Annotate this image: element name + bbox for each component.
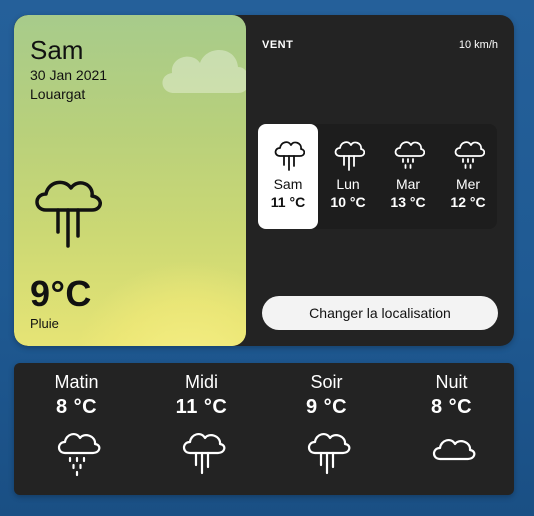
today-panel: Sam 30 Jan 2021 Louargat 9°C Pluie	[14, 15, 246, 346]
forecast-strip: Sam 11 °C Lun 10 °C Mar 13 °C Mer 12 °C	[258, 124, 497, 229]
rain-cloud-icon	[182, 432, 225, 475]
forecast-day-temp: 13 °C	[390, 194, 426, 210]
forecast-day-name: Sam	[273, 176, 303, 192]
period-matin: Matin 8 °C	[14, 363, 139, 477]
period-name: Matin	[54, 372, 99, 392]
forecast-day-mar[interactable]: Mar 13 °C	[378, 124, 438, 229]
period-name: Nuit	[435, 372, 468, 392]
today-temperature: 9°C	[30, 273, 92, 314]
period-temp: 9 °C	[305, 396, 348, 418]
period-nuit: Nuit 8 °C	[389, 363, 514, 477]
forecast-day-name: Mar	[395, 176, 421, 192]
today-condition: Pluie	[30, 316, 59, 331]
today-day: Sam	[30, 35, 84, 65]
period-temp: 8 °C	[55, 396, 98, 418]
rain-cloud-icon	[35, 180, 102, 248]
period-name: Midi	[184, 372, 218, 392]
cloud-decoration	[162, 50, 246, 93]
sun-decoration	[69, 260, 246, 346]
today-date: 30 Jan 2021	[30, 67, 108, 83]
rain-cloud-icon	[274, 141, 306, 171]
day-periods-card: Matin 8 °C Midi 11 °C Soir 9 °C Nuit 8 °…	[14, 363, 514, 495]
period-name: Soir	[310, 372, 343, 392]
forecast-day-temp: 12 °C	[450, 194, 486, 210]
change-location-button[interactable]: Changer la localisation	[262, 296, 498, 330]
wind-label: VENT	[262, 39, 294, 51]
rain-cloud-icon	[307, 432, 350, 475]
cloud-icon	[432, 438, 475, 461]
rain-cloud-icon	[334, 141, 366, 171]
period-temp: 8 °C	[430, 396, 473, 418]
today-location: Louargat	[30, 86, 86, 102]
period-temp: 11 °C	[175, 396, 228, 418]
forecast-day-name: Lun	[336, 176, 360, 192]
forecast-day-temp: 11 °C	[270, 194, 306, 210]
period-midi: Midi 11 °C	[139, 363, 264, 477]
showers-cloud-icon	[454, 141, 486, 169]
period-soir: Soir 9 °C	[264, 363, 389, 477]
forecast-day-name: Mer	[455, 176, 481, 192]
forecast-day-temp: 10 °C	[330, 194, 366, 210]
forecast-day-mer[interactable]: Mer 12 °C	[438, 124, 498, 229]
showers-cloud-icon	[57, 432, 100, 477]
showers-cloud-icon	[394, 141, 426, 169]
weather-card: Sam 30 Jan 2021 Louargat 9°C Pluie VENT …	[14, 15, 514, 346]
forecast-day-lun[interactable]: Lun 10 °C	[318, 124, 378, 229]
forecast-day-sam[interactable]: Sam 11 °C	[258, 124, 318, 229]
wind-value: 10 km/h	[458, 39, 498, 51]
